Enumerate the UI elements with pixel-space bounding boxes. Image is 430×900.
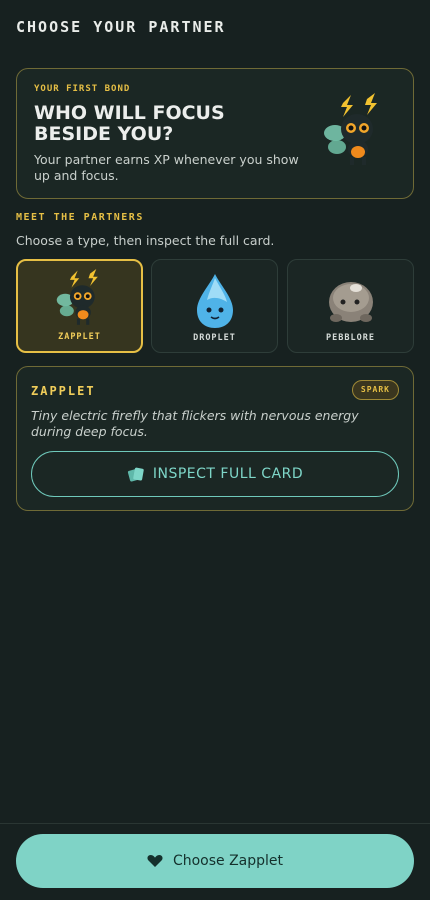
detail-partner-name: ZAPPLET xyxy=(31,384,96,398)
zapplet-sprite-icon xyxy=(56,269,98,325)
heart-icon xyxy=(147,855,163,867)
partner-detail-card: ZAPPLET SPARK Tiny electric firefly that… xyxy=(16,366,414,511)
zapplet-sprite-icon xyxy=(321,93,387,173)
inspect-full-card-button[interactable]: INSPECT FULL CARD xyxy=(31,451,399,497)
pebblore-sprite-icon xyxy=(328,282,373,322)
inspect-label: INSPECT FULL CARD xyxy=(152,466,304,482)
intro-eyebrow: YOUR FIRST BOND xyxy=(34,84,131,94)
partner-option-zapplet[interactable]: ZAPPLET xyxy=(16,259,143,353)
footer-bar: Choose Zapplet xyxy=(0,823,430,900)
partner-option-droplet[interactable]: DROPLET xyxy=(151,259,278,353)
partner-name: ZAPPLET xyxy=(58,332,101,342)
intro-description: Your partner earns XP whenever you show … xyxy=(34,152,299,183)
partner-name: DROPLET xyxy=(193,333,236,343)
intro-card: YOUR FIRST BOND WHO WILL FOCUS BESIDE YO… xyxy=(16,68,414,199)
cards-icon xyxy=(127,467,144,482)
section-title: MEET THE PARTNERS xyxy=(16,212,144,223)
page-title: CHOOSE YOUR PARTNER xyxy=(16,18,226,36)
section-subtitle: Choose a type, then inspect the full car… xyxy=(16,233,275,248)
choose-partner-button[interactable]: Choose Zapplet xyxy=(16,834,414,888)
intro-heading: WHO WILL FOCUS BESIDE YOU? xyxy=(34,102,225,145)
partner-option-pebblore[interactable]: PEBBLORE xyxy=(287,259,414,353)
droplet-sprite-icon xyxy=(196,274,233,328)
type-badge: SPARK xyxy=(351,380,399,400)
detail-description: Tiny electric firefly that flickers with… xyxy=(31,408,359,439)
partner-name: PEBBLORE xyxy=(326,333,375,343)
choose-label: Choose Zapplet xyxy=(172,853,284,869)
